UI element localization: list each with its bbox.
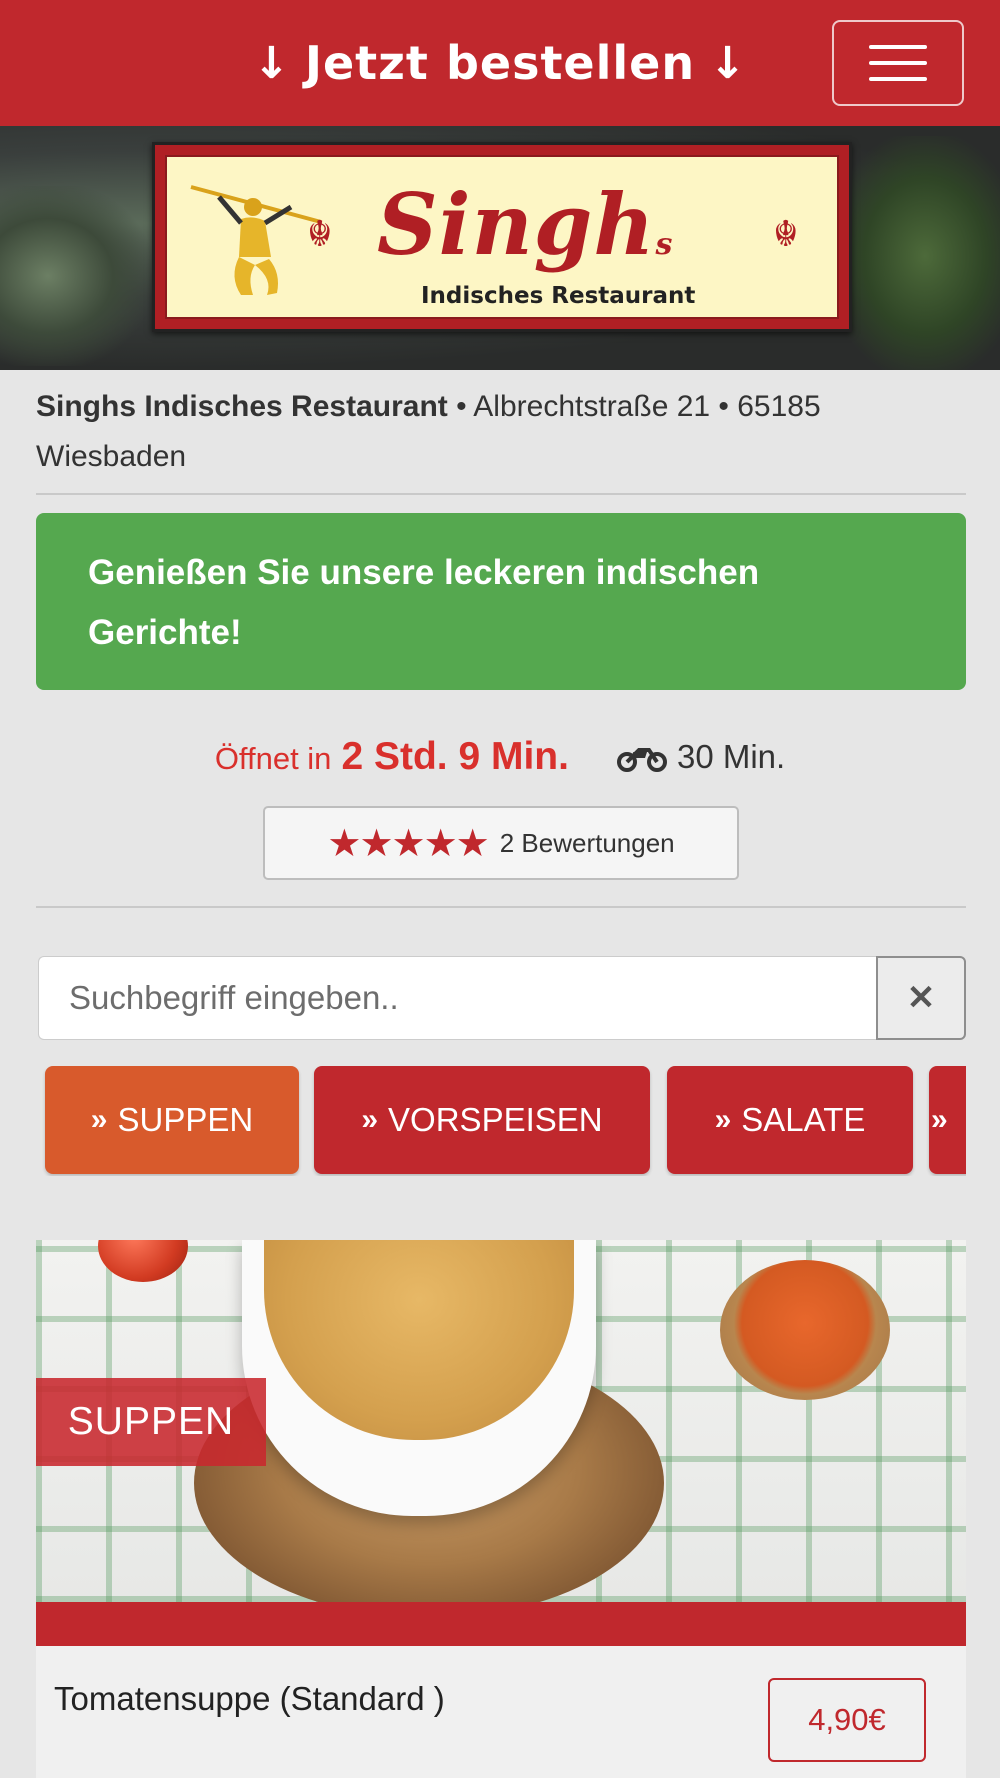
arrow-down-icon: ↓ xyxy=(252,37,291,89)
double-chevron-icon: » xyxy=(714,1103,732,1136)
background-herbs xyxy=(830,136,1000,370)
logo-subtitle: Indisches Restaurant xyxy=(421,283,696,309)
category-label: VORSPEISEN xyxy=(388,1101,603,1138)
motorcycle-icon xyxy=(616,748,667,772)
category-bar xyxy=(36,1602,966,1646)
search-bar: ✕ xyxy=(38,956,966,1040)
opening-status: Öffnet in 2 Std. 9 Min. 30 Min. xyxy=(0,727,1000,787)
arrow-down-icon: ↓ xyxy=(709,37,747,89)
divider xyxy=(36,906,966,908)
double-chevron-icon: » xyxy=(931,1103,948,1136)
order-now-label: Jetzt bestellen xyxy=(304,36,696,90)
opens-prefix: Öffnet in xyxy=(214,741,332,776)
double-chevron-icon: » xyxy=(90,1103,108,1136)
restaurant-address: Singhs Indisches Restaurant • Albrechtst… xyxy=(36,382,966,482)
logo-wordmark: Singhs xyxy=(377,175,674,274)
restaurant-name: Singhs Indisches Restaurant xyxy=(36,390,448,423)
category-button-salate[interactable]: » SALATE xyxy=(667,1066,913,1174)
category-button-next[interactable]: » xyxy=(929,1066,966,1174)
hamburger-icon[interactable] xyxy=(832,20,964,106)
opens-time: 2 Std. 9 Min. xyxy=(341,735,569,778)
lentil-bowl-image xyxy=(720,1260,890,1400)
clear-search-icon[interactable]: ✕ xyxy=(876,956,966,1040)
top-bar: ↓ Jetzt bestellen ↓ xyxy=(0,0,1000,126)
khanda-icon: ☬ xyxy=(307,213,333,254)
category-button-vorspeisen[interactable]: » VORSPEISEN xyxy=(314,1066,650,1174)
opening-countdown: Öffnet in 2 Std. 9 Min. xyxy=(215,735,569,779)
menu-item-name: Tomatensuppe (Standard ) xyxy=(54,1680,445,1717)
order-now-button[interactable]: ↓ Jetzt bestellen ↓ xyxy=(253,36,747,90)
category-label: SUPPEN xyxy=(117,1101,254,1138)
category-card-suppen: SUPPEN xyxy=(36,1240,966,1646)
khanda-icon: ☬ xyxy=(773,213,799,254)
delivery-time: 30 Min. xyxy=(616,738,786,776)
menu-item[interactable]: Tomatensuppe (Standard ) 4,90€ xyxy=(36,1646,966,1778)
double-chevron-icon: » xyxy=(361,1103,379,1136)
review-count: 2 Bewertungen xyxy=(499,827,675,858)
delivery-time-value: 30 Min. xyxy=(676,738,786,775)
divider xyxy=(36,493,966,495)
reviews-button[interactable]: ★★★★★ 2 Bewertungen xyxy=(263,806,739,880)
background-herbs xyxy=(0,186,150,366)
search-input[interactable] xyxy=(38,956,876,1040)
category-button-suppen[interactable]: » SUPPEN xyxy=(45,1066,299,1174)
category-label: SALATE xyxy=(741,1101,866,1138)
category-nav: » SUPPEN » VORSPEISEN » SALATE » xyxy=(36,1066,966,1176)
star-rating-icon: ★★★★★ xyxy=(327,822,489,865)
add-to-cart-price-button[interactable]: 4,90€ xyxy=(768,1678,926,1762)
promo-banner: Genießen Sie unsere leckeren indischen G… xyxy=(36,513,966,690)
category-section-label: SUPPEN xyxy=(36,1378,266,1466)
restaurant-logo: ☬ Singhs ☬ Indisches Restaurant xyxy=(152,142,852,332)
